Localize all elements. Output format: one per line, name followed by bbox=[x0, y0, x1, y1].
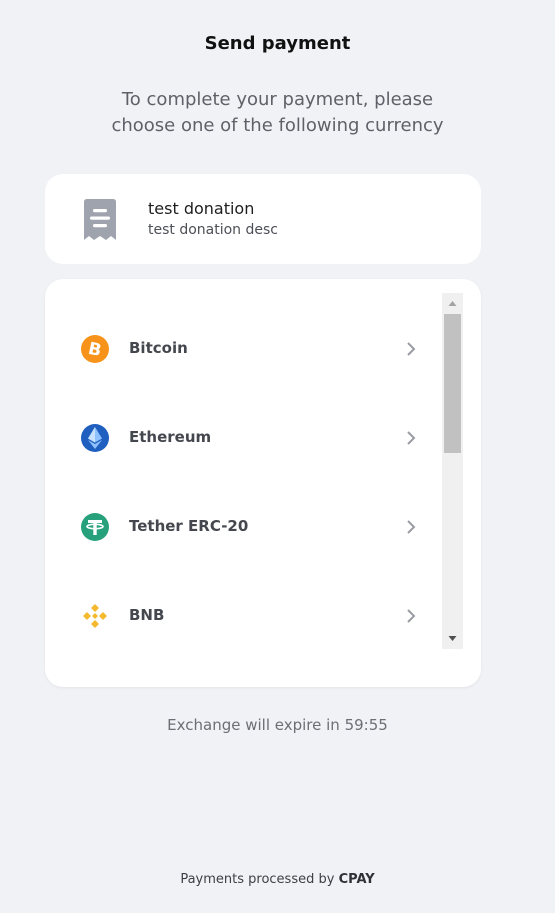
footer-prefix: Payments processed by bbox=[180, 872, 335, 887]
currency-item-bnb[interactable]: BNB bbox=[45, 586, 439, 646]
scrollbar-thumb[interactable] bbox=[444, 314, 461, 453]
chevron-right-icon bbox=[407, 431, 416, 445]
chevron-right-icon bbox=[407, 609, 416, 623]
expiration-timer: Exchange will expire in 59:55 bbox=[167, 716, 388, 734]
order-description: test donation desc bbox=[148, 222, 278, 238]
currency-label: Ethereum bbox=[129, 428, 212, 446]
bnb-icon bbox=[83, 604, 107, 628]
currency-list[interactable]: B Bitcoin Ethereum Tether ERC-20 BNB bbox=[45, 305, 439, 661]
order-name: test donation bbox=[148, 199, 255, 218]
chevron-right-icon bbox=[407, 520, 416, 534]
currency-card: B Bitcoin Ethereum Tether ERC-20 BNB bbox=[45, 279, 481, 687]
scroll-up-arrow[interactable] bbox=[442, 293, 463, 313]
bitcoin-icon: B bbox=[81, 335, 109, 363]
footer-brand: CPAY bbox=[338, 872, 375, 887]
page-title: Send payment bbox=[204, 33, 351, 54]
currency-label: Tether ERC-20 bbox=[129, 517, 249, 535]
scroll-down-arrow[interactable] bbox=[442, 629, 463, 649]
currency-label: BNB bbox=[129, 606, 165, 624]
chevron-right-icon bbox=[407, 342, 416, 356]
receipt-icon bbox=[84, 199, 116, 240]
scrollbar[interactable] bbox=[442, 293, 463, 649]
currency-label: Bitcoin bbox=[129, 339, 188, 357]
tether-icon bbox=[81, 513, 109, 541]
currency-item-bitcoin[interactable]: B Bitcoin bbox=[45, 319, 439, 379]
currency-item-tether[interactable]: Tether ERC-20 bbox=[45, 497, 439, 557]
page-subtitle: To complete your payment, please choose … bbox=[111, 89, 444, 136]
order-card: test donation test donation desc bbox=[45, 174, 481, 264]
ethereum-icon bbox=[81, 424, 109, 452]
footer: Payments processed by CPAY bbox=[0, 872, 555, 887]
currency-item-ethereum[interactable]: Ethereum bbox=[45, 408, 439, 468]
